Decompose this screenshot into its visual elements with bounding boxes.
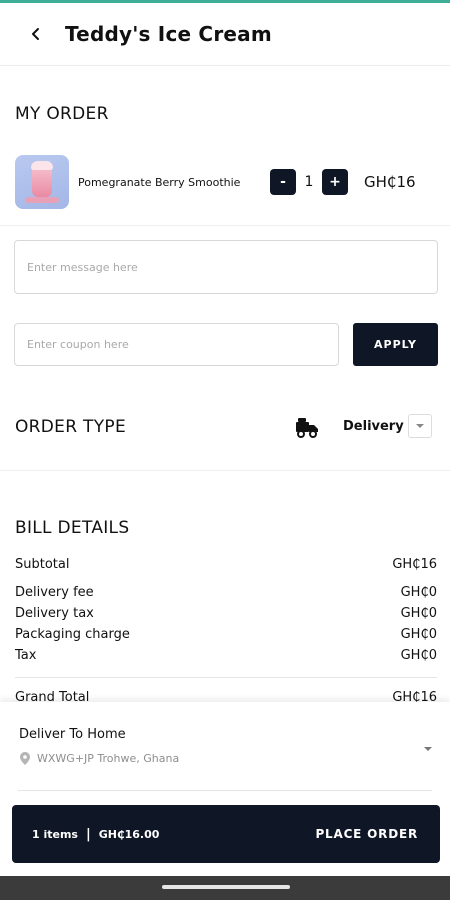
bill-value: GH₵0 [400, 648, 437, 663]
arrow-left-icon [32, 28, 39, 40]
divider [0, 470, 450, 471]
chevron-down-icon[interactable] [407, 414, 432, 438]
order-type-heading: ORDER TYPE [15, 417, 127, 437]
bill-details-heading: BILL DETAILS [15, 518, 130, 538]
separator: | [85, 826, 91, 842]
divider [18, 790, 432, 791]
cart-item-count: 1 items [32, 827, 78, 841]
order-item-row: Pomegranate Berry Smoothie - 1 + GH₵16 [15, 155, 435, 209]
divider [0, 225, 450, 226]
delivery-truck-icon [296, 418, 318, 438]
order-type-row: ORDER TYPE Delivery [15, 408, 440, 446]
bill-row-delivery-tax: Delivery tax GH₵0 [15, 606, 437, 621]
bill-value: GH₵0 [400, 606, 437, 621]
app-header: Teddy's Ice Cream [0, 3, 450, 66]
increase-quantity-button[interactable]: + [322, 169, 348, 195]
delivery-address: WXWG+JP Trohwe, Ghana [20, 752, 179, 765]
bill-value: GH₵0 [400, 627, 437, 642]
bill-divider [15, 677, 437, 678]
location-pin-icon [20, 752, 30, 765]
bill-label: Delivery fee [15, 585, 94, 600]
coupon-input[interactable] [14, 323, 339, 366]
message-input[interactable] [14, 240, 438, 294]
home-gesture-handle[interactable] [162, 885, 290, 889]
checkout-sheet: Deliver To Home WXWG+JP Trohwe, Ghana 1 … [0, 702, 450, 876]
delivery-address-title: Deliver To Home [19, 727, 126, 742]
bill-value: GH₵16 [392, 557, 437, 572]
decrease-quantity-button[interactable]: - [270, 169, 296, 195]
chevron-down-icon[interactable] [421, 744, 435, 754]
bill-row-subtotal: Subtotal GH₵16 [15, 557, 437, 572]
bill-label: Subtotal [15, 557, 70, 572]
item-thumbnail [15, 155, 69, 209]
place-order-button[interactable]: 1 items | GH₵16.00 PLACE ORDER [12, 805, 440, 863]
place-order-label: PLACE ORDER [315, 827, 418, 841]
item-quantity: 1 [304, 174, 314, 190]
delivery-address-text: WXWG+JP Trohwe, Ghana [37, 752, 180, 765]
item-name: Pomegranate Berry Smoothie [78, 175, 241, 189]
order-type-select[interactable]: Delivery [343, 414, 432, 438]
my-order-heading: MY ORDER [15, 104, 109, 124]
back-button[interactable] [26, 24, 46, 44]
item-price: GH₵16 [364, 173, 416, 191]
bill-label: Delivery tax [15, 606, 94, 621]
bill-row-tax: Tax GH₵0 [15, 648, 437, 663]
system-navigation-bar [0, 876, 450, 900]
bill-value: GH₵0 [400, 585, 437, 600]
cart-total: GH₵16.00 [98, 827, 160, 841]
apply-coupon-button[interactable]: APPLY [353, 323, 438, 366]
bill-label: Packaging charge [15, 627, 130, 642]
bill-row-packaging: Packaging charge GH₵0 [15, 627, 437, 642]
bill-label: Tax [15, 648, 37, 663]
bill-row-delivery-fee: Delivery fee GH₵0 [15, 585, 437, 600]
order-type-value: Delivery [343, 418, 404, 434]
page-title: Teddy's Ice Cream [65, 22, 272, 46]
